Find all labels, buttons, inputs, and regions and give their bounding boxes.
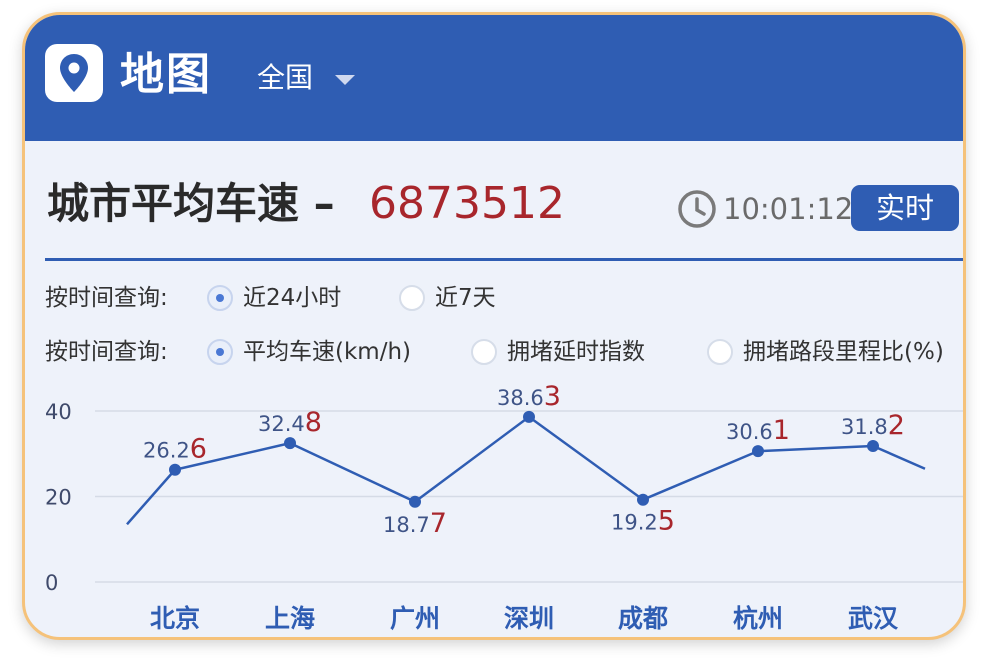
option-7d-label[interactable]: 近7天 (435, 283, 496, 313)
realtime-button[interactable]: 实时 (851, 185, 959, 231)
radio-congestion-index[interactable] (471, 339, 497, 365)
y-tick-label: 20 (45, 486, 72, 510)
update-time: 10:01:12 (723, 192, 854, 226)
radio-7d[interactable] (399, 285, 425, 311)
time-filter-label: 按时间查询: (45, 285, 168, 311)
y-tick-label: 0 (45, 571, 58, 595)
x-category-label: 北京 (150, 604, 200, 633)
data-label: 38.63 (497, 385, 561, 412)
region-selector[interactable]: 全国 (257, 61, 313, 95)
data-label: 26.26 (143, 434, 207, 465)
radio-congested-mileage[interactable] (707, 339, 733, 365)
data-point (409, 495, 421, 508)
data-label: 30.61 (726, 415, 790, 446)
data-label: 31.82 (841, 410, 905, 441)
total-value: 6873512 (369, 178, 565, 229)
app-title: 地图 (120, 49, 212, 100)
data-point (637, 493, 649, 506)
option-congestion-index-label[interactable]: 拥堵延时指数 (507, 337, 645, 367)
app-frame: 地图 全国 城市平均车速 – 6873512 10:01:12 实时 按时间查询… (22, 12, 966, 640)
metric-filter-label: 按时间查询: (45, 339, 168, 365)
radio-avg-speed[interactable] (207, 339, 233, 365)
speed-line-chart: 40 20 0 26.26 北京 32.48 上海 18.77 广州 38.63 深圳 19.25 成都… (45, 385, 963, 633)
data-label: 18.77 (383, 508, 447, 539)
x-category-label: 杭州 (733, 604, 783, 633)
data-point (752, 445, 764, 458)
data-label: 19.25 (611, 506, 675, 537)
x-category-label: 成都 (618, 604, 668, 633)
app-header: 地图 全国 (25, 15, 963, 141)
data-point (169, 463, 181, 476)
y-tick-label: 40 (45, 400, 72, 424)
x-category-label: 深圳 (504, 604, 554, 633)
chevron-down-icon[interactable] (335, 75, 355, 85)
page-title: 城市平均车速 – (47, 179, 335, 228)
data-point (867, 439, 879, 452)
option-24h-label[interactable]: 近24小时 (243, 283, 341, 313)
option-avg-speed-label[interactable]: 平均车速(km/h) (243, 337, 411, 367)
clock-icon (678, 190, 716, 228)
divider (45, 258, 963, 261)
x-category-label: 广州 (390, 604, 440, 633)
x-category-label: 上海 (265, 604, 315, 633)
data-label: 32.48 (258, 407, 322, 438)
radio-24h[interactable] (207, 285, 233, 311)
map-pin-icon[interactable] (45, 44, 103, 102)
series-line (126, 415, 926, 526)
x-category-label: 武汉 (848, 604, 899, 633)
data-point (284, 437, 296, 450)
option-congested-mileage-label[interactable]: 拥堵路段里程比(%) (743, 337, 944, 367)
data-point (523, 410, 535, 423)
